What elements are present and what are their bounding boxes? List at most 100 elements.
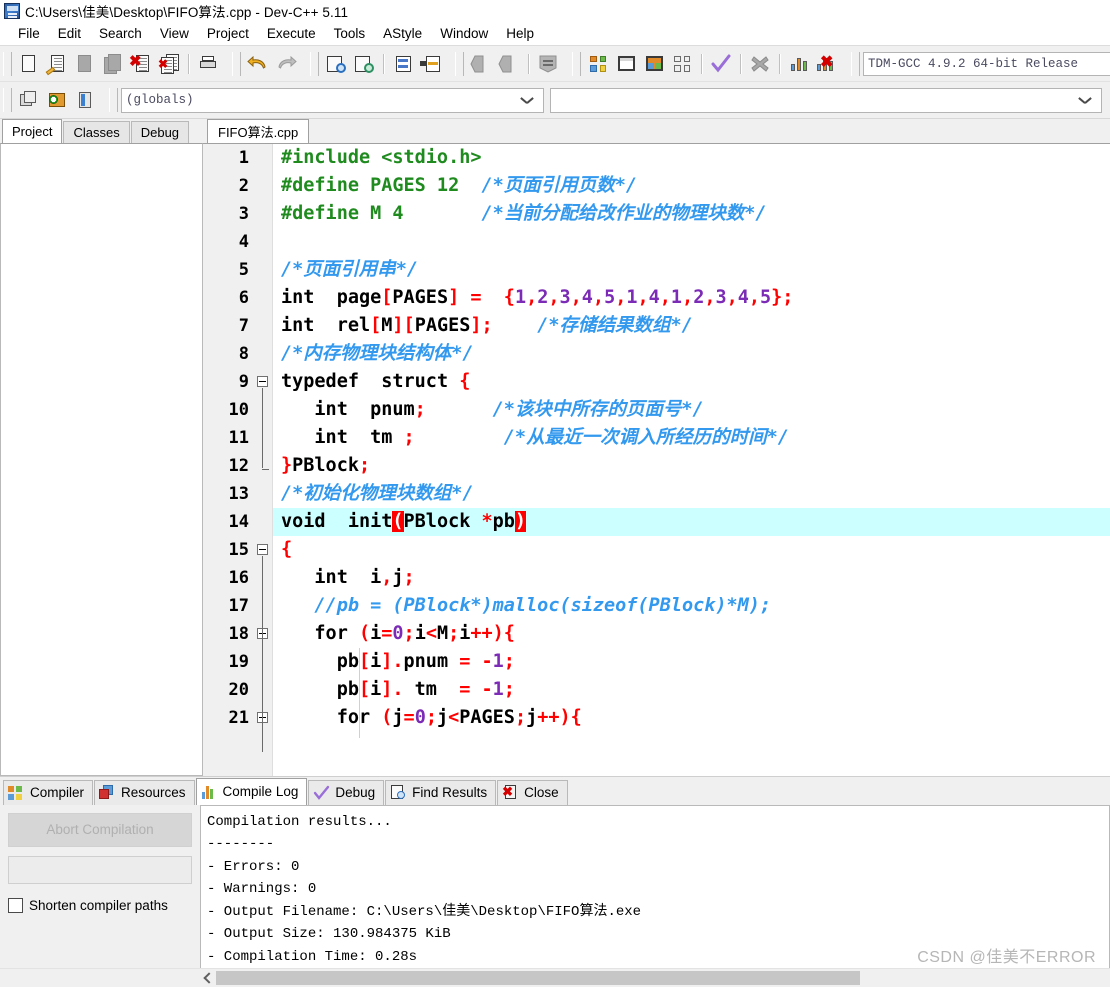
add-to-project-icon[interactable] [43,87,71,113]
tab-debug[interactable]: Debug [130,121,190,143]
compile-log-output[interactable]: Compilation results... -------- - Errors… [200,804,1110,969]
scrollbar-track[interactable] [216,970,1110,987]
bottom-panel-tabs: Compiler Resources Compile Log Debug Fin… [0,777,1110,805]
toolbar-grip-6[interactable] [851,51,860,76]
code-line[interactable]: pb[i].pnum = -1; [273,648,1110,676]
code-line[interactable]: { [273,536,1110,564]
abort-compilation-button[interactable]: Abort Compilation [8,812,192,847]
code-line[interactable]: //pb = (PBlock*)malloc(sizeof(PBlock)*M)… [273,592,1110,620]
code-line[interactable]: #define PAGES 12 /*页面引用页数*/ [273,172,1110,200]
toolbar-grip-3[interactable] [310,51,319,76]
syntax-check-icon[interactable] [707,51,735,77]
toolbar-grip-5[interactable] [572,51,581,76]
code-line[interactable]: int rel[M][PAGES]; /*存储结果数组*/ [273,312,1110,340]
code-line[interactable]: pb[i]. tm = -1; [273,676,1110,704]
code-line[interactable]: for (i=0;i<M;i++){ [273,620,1110,648]
code-line[interactable]: #define M 4 /*当前分配给改作业的物理块数*/ [273,200,1110,228]
compile-icon[interactable] [584,51,612,77]
toggle-bookmark-icon[interactable] [417,51,445,77]
code-line[interactable]: /*页面引用串*/ [273,256,1110,284]
toolbar-grip-7[interactable] [3,88,12,112]
bottom-tab-compile-log[interactable]: Compile Log [195,777,308,805]
print-icon[interactable] [194,51,222,77]
code-line[interactable]: for (j=0;j<PAGES;j++){ [273,704,1110,732]
menu-window[interactable]: Window [431,24,497,43]
code-editor[interactable]: 1 2 3 4 5 6 7 8 9 10 11 12 13 14 15 16 17 18 19 20 21 #inclu… [203,143,1110,776]
editor-tab-fifo[interactable]: FIFO算法.cpp [207,119,310,143]
new-file-icon[interactable] [15,51,43,77]
toolbar-grip-4[interactable] [455,51,464,76]
menu-help[interactable]: Help [497,24,543,43]
horizontal-scrollbar[interactable] [0,968,1110,987]
goto-line-icon[interactable] [389,51,417,77]
menu-view[interactable]: View [151,24,198,43]
forward-icon[interactable] [495,51,523,77]
save-all-icon[interactable] [99,51,127,77]
replace-icon[interactable] [350,51,378,77]
bottom-tab-compiler[interactable]: Compiler [3,779,94,805]
redo-icon[interactable] [272,51,300,77]
menu-execute[interactable]: Execute [258,24,325,43]
close-all-icon[interactable]: ✖ [155,51,183,77]
code-line[interactable]: int page[PAGES] = {1,2,3,4,5,1,4,1,2,3,4… [273,284,1110,312]
tab-project[interactable]: Project [2,119,63,143]
code-line[interactable]: }PBlock; [273,452,1110,480]
menu-search[interactable]: Search [90,24,151,43]
profile-icon[interactable] [785,51,813,77]
code-line[interactable]: int pnum; /*该块中所存的页面号*/ [273,396,1110,424]
code-text-area[interactable]: #include <stdio.h> #define PAGES 12 /*页面引… [273,144,1110,776]
find-icon[interactable] [322,51,350,77]
shorten-paths-checkbox[interactable] [8,897,23,913]
code-line[interactable] [273,228,1110,256]
open-file-icon[interactable] [43,51,71,77]
code-token: ] [448,287,460,308]
menu-tools[interactable]: Tools [325,24,375,43]
bottom-tab-resources[interactable]: Resources [94,779,195,805]
rebuild-all-icon[interactable] [668,51,696,77]
menu-edit[interactable]: Edit [49,24,90,43]
close-file-icon[interactable]: ✖ [127,51,155,77]
bottom-tab-debug[interactable]: Debug [308,779,385,805]
options-icon[interactable] [534,51,562,77]
remove-from-project-icon[interactable] [71,87,99,113]
project-tree[interactable] [0,143,203,776]
fold-toggle-icon[interactable] [257,544,268,555]
menu-project[interactable]: Project [198,24,258,43]
back-icon[interactable] [467,51,495,77]
menu-file[interactable]: File [9,24,49,43]
code-line[interactable]: /*内存物理块结构体*/ [273,340,1110,368]
code-line[interactable]: void init(PBlock *pb) [273,508,1110,536]
redo-arrow-svg [278,55,297,69]
code-line[interactable]: int i,j; [273,564,1110,592]
tab-classes[interactable]: Classes [63,121,130,143]
code-token: - [481,679,493,700]
save-icon[interactable] [71,51,99,77]
fold-column[interactable] [255,144,273,776]
code-line[interactable]: /*初始化物理块数组*/ [273,480,1110,508]
run-icon[interactable] [612,51,640,77]
symbol-select[interactable] [550,87,1102,113]
code-token: /*当前分配给改作业的物理块数*/ [481,203,767,224]
code-line[interactable]: typedef struct { [273,368,1110,396]
scroll-left-arrow[interactable] [200,970,216,986]
menu-astyle[interactable]: AStyle [374,24,431,43]
scope-select[interactable]: (globals) [121,87,545,113]
shorten-paths-row[interactable]: Shorten compiler paths [8,897,192,913]
bottom-tab-find-results[interactable]: Find Results [385,779,497,805]
undo-icon[interactable] [244,51,272,77]
toolbar-grip-2[interactable] [232,51,241,76]
code-line[interactable]: #include <stdio.h> [273,144,1110,172]
bottom-tab-close[interactable]: ✖ Close [497,779,568,805]
toolbar-grip[interactable] [3,51,12,76]
toolbar-grip-8[interactable] [109,88,118,112]
scrollbar-thumb[interactable] [216,971,860,986]
compile-run-icon[interactable] [640,51,668,77]
new-project-icon[interactable] [15,87,43,113]
code-line[interactable]: int tm ; /*从最近一次调入所经历的时间*/ [273,424,1110,452]
stop-execution-icon[interactable] [746,51,774,77]
compiler-select[interactable]: TDM-GCC 4.9.2 64-bit Release [863,51,1110,76]
fold-toggle-icon[interactable] [257,376,268,387]
bottom-tab-compiler-label: Compiler [30,785,85,801]
delete-profile-icon[interactable]: ✖ [813,51,841,77]
